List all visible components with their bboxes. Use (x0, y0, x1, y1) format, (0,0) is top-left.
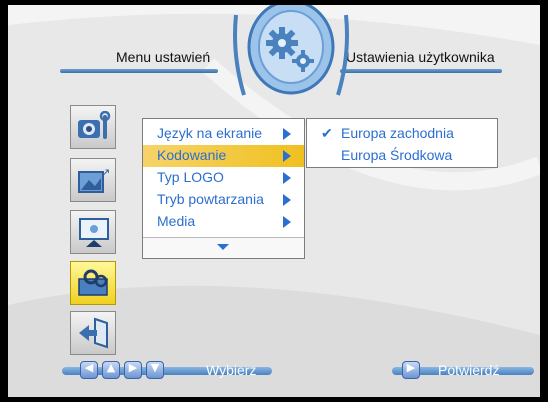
arrow-left-icon[interactable]: ◀ (80, 361, 98, 379)
scroll-more-button[interactable] (143, 237, 304, 258)
user-settings-icon (78, 269, 108, 296)
header-line-right (340, 69, 502, 73)
select-hint-label: Wybierz (206, 362, 257, 378)
submenu-item-label: Europa Środkowa (341, 147, 453, 163)
footer-hint-bar: ◀ ▲ ▶ ▼ Wybierz ▶ Potwierdź (62, 357, 534, 385)
menu-title-right: Ustawienia użytkownika (346, 49, 495, 65)
chevron-right-icon (283, 150, 291, 162)
play-confirm-icon[interactable]: ▶ (402, 361, 420, 379)
arrow-right-icon[interactable]: ▶ (124, 361, 142, 379)
menu-item-logo-type[interactable]: Typ LOGO (143, 167, 304, 189)
submenu-item-western-europe[interactable]: ✔ Europa zachodnia (307, 123, 497, 145)
menu-item-label: Kodowanie (157, 147, 227, 163)
sidebar-item-exit[interactable] (70, 311, 116, 355)
menu-title-left: Menu ustawień (116, 49, 211, 65)
header-line-left (60, 69, 218, 73)
camera-settings-icon (78, 111, 111, 139)
menu-item-label: Media (157, 213, 196, 229)
exit-door-icon (79, 317, 108, 349)
confirm-hint-label: Potwierdź (438, 362, 500, 378)
menu-item-label: Język na ekranie (157, 125, 263, 141)
menu-item-label: Typ LOGO (157, 169, 224, 185)
chevron-right-icon (283, 172, 291, 184)
sidebar-item-image-adjust[interactable]: ↗ (70, 158, 116, 202)
gear-emblem-icon (233, 5, 349, 96)
arrow-up-icon[interactable]: ▲ (102, 361, 120, 379)
chevron-right-icon (283, 216, 291, 228)
submenu-item-label: Europa zachodnia (341, 125, 454, 141)
encoding-submenu: ✔ Europa zachodnia Europa Środkowa (306, 118, 498, 168)
chevron-right-icon (283, 194, 291, 206)
menu-item-media[interactable]: Media (143, 211, 304, 233)
submenu-item-central-europe[interactable]: Europa Środkowa (307, 145, 497, 167)
svg-text:↗: ↗ (101, 166, 110, 179)
sidebar-item-user-settings[interactable] (70, 261, 116, 305)
chevron-right-icon (283, 128, 291, 140)
settings-menu: Język na ekranie Kodowanie Typ LOGO Tryb… (142, 118, 305, 259)
tv-screen: Menu ustawień Ustawienia użytkownika ↗ J… (0, 0, 548, 402)
image-adjust-icon: ↗ (78, 166, 110, 193)
slideshow-screen-icon (79, 218, 109, 247)
menu-item-language[interactable]: Język na ekranie (143, 123, 304, 145)
checkmark-icon: ✔ (321, 125, 333, 141)
chevron-down-icon (217, 244, 229, 250)
menu-item-encoding[interactable]: Kodowanie (143, 145, 304, 167)
settings-panel: Menu ustawień Ustawienia użytkownika ↗ J… (8, 5, 540, 397)
menu-item-repeat-mode[interactable]: Tryb powtarzania (143, 189, 304, 211)
sidebar-item-camera-settings[interactable] (70, 105, 116, 149)
sidebar-item-slideshow[interactable] (70, 210, 116, 254)
arrow-down-icon[interactable]: ▼ (146, 361, 164, 379)
menu-item-label: Tryb powtarzania (157, 191, 264, 207)
